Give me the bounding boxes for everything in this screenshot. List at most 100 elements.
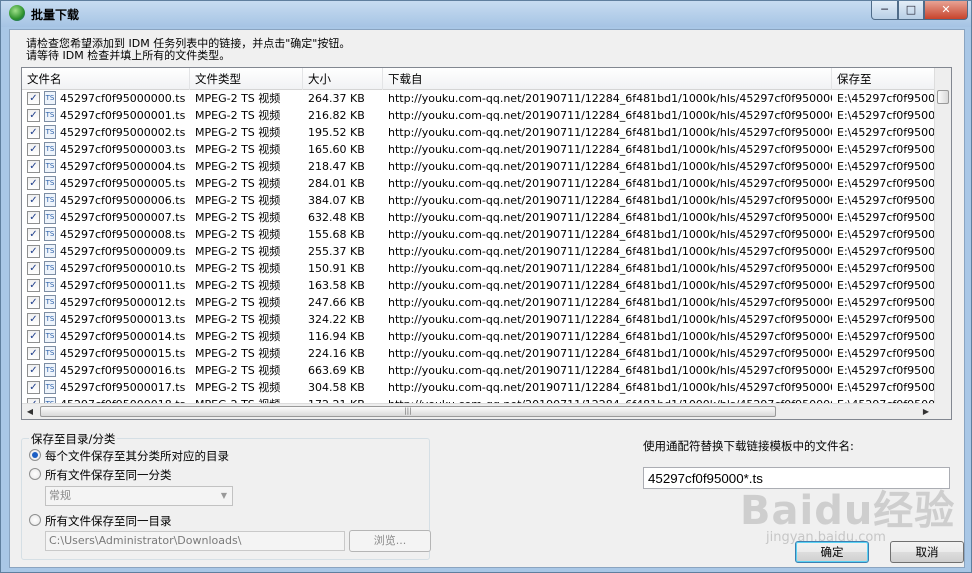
file-icon: TS	[44, 227, 56, 241]
cell-filetype: MPEG-2 TS 视频	[195, 279, 281, 292]
row-checkbox[interactable]: ✓	[27, 228, 40, 241]
row-checkbox[interactable]: ✓	[27, 211, 40, 224]
column-header-url[interactable]: 下载自	[383, 68, 832, 90]
scroll-corner	[934, 403, 951, 419]
column-header-filetype[interactable]: 文件类型	[190, 68, 303, 90]
cell-size: 255.37 KB	[308, 245, 365, 258]
table-row[interactable]: ✓ TS 45297cf0f95000006.ts MPEG-2 TS 视频 384.0…	[22, 192, 951, 209]
ok-button[interactable]: 确定	[795, 541, 869, 563]
file-icon: TS	[44, 176, 56, 190]
table-row[interactable]: ✓ TS 45297cf0f95000003.ts MPEG-2 TS 视频 165.6…	[22, 141, 951, 158]
table-row[interactable]: ✓ TS 45297cf0f95000015.ts MPEG-2 TS 视频 224.1…	[22, 345, 951, 362]
row-checkbox[interactable]: ✓	[27, 279, 40, 292]
download-links-list[interactable]: 文件名 文件类型 大小 下载自 保存至 ✓ TS 45297cf0f95000000…	[21, 67, 952, 420]
dialog-client-area: 请检查您希望添加到 IDM 任务列表中的链接，并点击"确定"按钮。 请等待 ID…	[9, 29, 965, 568]
row-checkbox[interactable]: ✓	[27, 194, 40, 207]
row-checkbox[interactable]: ✓	[27, 160, 40, 173]
row-checkbox[interactable]: ✓	[27, 381, 40, 394]
table-row[interactable]: ✓ TS 45297cf0f95000014.ts MPEG-2 TS 视频 116.9…	[22, 328, 951, 345]
row-checkbox[interactable]: ✓	[27, 296, 40, 309]
cell-filename: 45297cf0f95000013.ts	[60, 313, 186, 326]
row-checkbox[interactable]: ✓	[27, 330, 40, 343]
row-checkbox[interactable]: ✓	[27, 364, 40, 377]
table-row[interactable]: ✓ TS 45297cf0f95000000.ts MPEG-2 TS 视频 264.3…	[22, 90, 951, 107]
cell-size: 384.07 KB	[308, 194, 365, 207]
table-row[interactable]: ✓ TS 45297cf0f95000013.ts MPEG-2 TS 视频 324.2…	[22, 311, 951, 328]
table-row[interactable]: ✓ TS 45297cf0f95000002.ts MPEG-2 TS 视频 195.5…	[22, 124, 951, 141]
row-checkbox[interactable]: ✓	[27, 347, 40, 360]
table-row[interactable]: ✓ TS 45297cf0f95000001.ts MPEG-2 TS 视频 216.8…	[22, 107, 951, 124]
table-row[interactable]: ✓ TS 45297cf0f95000004.ts MPEG-2 TS 视频 218.4…	[22, 158, 951, 175]
horizontal-scroll-thumb[interactable]: |||	[40, 406, 776, 417]
table-row[interactable]: ✓ TS 45297cf0f95000007.ts MPEG-2 TS 视频 632.4…	[22, 209, 951, 226]
column-header-size[interactable]: 大小	[303, 68, 383, 90]
maximize-button[interactable]: □	[898, 1, 924, 20]
row-checkbox[interactable]: ✓	[27, 109, 40, 122]
cell-url: http://youku.com-qq.net/20190711/12284_6…	[388, 211, 832, 224]
cell-filename: 45297cf0f95000009.ts	[60, 245, 186, 258]
cell-url: http://youku.com-qq.net/20190711/12284_6…	[388, 245, 832, 258]
file-icon: TS	[44, 193, 56, 207]
batch-download-window: 批量下载 ─ □ ✕ 请检查您希望添加到 IDM 任务列表中的链接，并点击"确定…	[0, 0, 972, 573]
close-button[interactable]: ✕	[924, 1, 968, 20]
cell-filetype: MPEG-2 TS 视频	[195, 92, 281, 105]
cell-filetype: MPEG-2 TS 视频	[195, 245, 281, 258]
cell-url: http://youku.com-qq.net/20190711/12284_6…	[388, 364, 832, 377]
row-checkbox[interactable]: ✓	[27, 313, 40, 326]
table-row[interactable]: ✓ TS 45297cf0f95000008.ts MPEG-2 TS 视频 155.6…	[22, 226, 951, 243]
horizontal-scrollbar[interactable]: ◀ ||| ▶	[22, 403, 951, 419]
cell-filetype: MPEG-2 TS 视频	[195, 296, 281, 309]
table-row[interactable]: ✓ TS 45297cf0f95000012.ts MPEG-2 TS 视频 247.6…	[22, 294, 951, 311]
minimize-button[interactable]: ─	[871, 1, 898, 20]
cancel-button[interactable]: 取消	[890, 541, 964, 563]
cell-filename: 45297cf0f95000016.ts	[60, 364, 186, 377]
category-dropdown[interactable]: 常规 ▼	[45, 486, 233, 506]
row-checkbox[interactable]: ✓	[27, 126, 40, 139]
cell-url: http://youku.com-qq.net/20190711/12284_6…	[388, 160, 832, 173]
title-bar[interactable]: 批量下载 ─ □ ✕	[1, 1, 971, 27]
file-icon: TS	[44, 108, 56, 122]
radio-selected-icon[interactable]	[29, 449, 41, 461]
cell-filename: 45297cf0f95000001.ts	[60, 109, 186, 122]
cell-filetype: MPEG-2 TS 视频	[195, 109, 281, 122]
cell-url: http://youku.com-qq.net/20190711/12284_6…	[388, 262, 832, 275]
cell-url: http://youku.com-qq.net/20190711/12284_6…	[388, 296, 832, 309]
row-checkbox[interactable]: ✓	[27, 177, 40, 190]
file-icon: TS	[44, 91, 56, 105]
category-dropdown-value: 常规	[49, 489, 71, 502]
cell-filetype: MPEG-2 TS 视频	[195, 347, 281, 360]
file-icon: TS	[44, 244, 56, 258]
radio-unselected-icon[interactable]	[29, 514, 41, 526]
folder-path-field[interactable]: C:\Users\Administrator\Downloads\	[45, 531, 345, 551]
file-icon: TS	[44, 312, 56, 326]
scroll-right-icon[interactable]: ▶	[918, 404, 934, 419]
file-icon: TS	[44, 261, 56, 275]
row-checkbox[interactable]: ✓	[27, 262, 40, 275]
chevron-down-icon[interactable]: ▼	[216, 487, 232, 505]
column-header-filename[interactable]: 文件名	[22, 68, 190, 90]
row-checkbox[interactable]: ✓	[27, 143, 40, 156]
row-checkbox[interactable]: ✓	[27, 245, 40, 258]
idm-globe-icon	[9, 5, 25, 21]
cell-size: 165.60 KB	[308, 143, 365, 156]
window-title: 批量下载	[31, 8, 80, 22]
table-row[interactable]: ✓ TS 45297cf0f95000005.ts MPEG-2 TS 视频 284.0…	[22, 175, 951, 192]
vertical-scrollbar[interactable]	[934, 68, 951, 405]
cell-filename: 45297cf0f95000002.ts	[60, 126, 186, 139]
table-row[interactable]: ✓ TS 45297cf0f95000016.ts MPEG-2 TS 视频 663.6…	[22, 362, 951, 379]
radio-unselected-icon[interactable]	[29, 468, 41, 480]
cell-url: http://youku.com-qq.net/20190711/12284_6…	[388, 330, 832, 343]
file-icon: TS	[44, 363, 56, 377]
table-row[interactable]: ✓ TS 45297cf0f95000010.ts MPEG-2 TS 视频 150.9…	[22, 260, 951, 277]
cell-filetype: MPEG-2 TS 视频	[195, 194, 281, 207]
cell-url: http://youku.com-qq.net/20190711/12284_6…	[388, 194, 832, 207]
cell-size: 195.52 KB	[308, 126, 365, 139]
row-checkbox[interactable]: ✓	[27, 92, 40, 105]
vertical-scroll-thumb[interactable]	[937, 90, 949, 104]
table-row[interactable]: ✓ TS 45297cf0f95000017.ts MPEG-2 TS 视频 304.5…	[22, 379, 951, 396]
table-row[interactable]: ✓ TS 45297cf0f95000009.ts MPEG-2 TS 视频 255.3…	[22, 243, 951, 260]
table-row[interactable]: ✓ TS 45297cf0f95000011.ts MPEG-2 TS 视频 163.5…	[22, 277, 951, 294]
browse-button[interactable]: 浏览...	[349, 530, 431, 552]
scroll-left-icon[interactable]: ◀	[22, 404, 38, 419]
cell-filetype: MPEG-2 TS 视频	[195, 160, 281, 173]
